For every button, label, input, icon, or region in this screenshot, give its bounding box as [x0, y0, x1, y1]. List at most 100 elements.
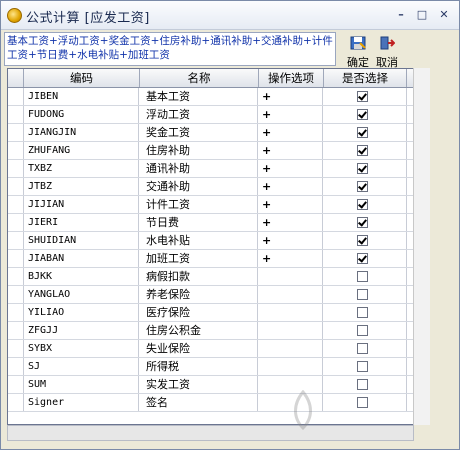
- select-checkbox[interactable]: [357, 235, 368, 246]
- cell-code[interactable]: YANGLAO: [24, 286, 139, 303]
- horizontal-scrollbar[interactable]: [7, 425, 414, 441]
- select-checkbox[interactable]: [357, 379, 368, 390]
- row-indicator[interactable]: [8, 340, 24, 357]
- cell-selected[interactable]: [324, 178, 407, 195]
- cell-operator[interactable]: +: [259, 160, 323, 177]
- table-row[interactable]: FUDONG 浮动工资 +: [8, 106, 413, 124]
- cell-selected[interactable]: [324, 358, 407, 375]
- cell-code[interactable]: SYBX: [24, 340, 139, 357]
- cell-selected[interactable]: [324, 106, 407, 123]
- cell-operator[interactable]: +: [259, 106, 323, 123]
- cell-name[interactable]: 签名: [140, 394, 258, 411]
- select-checkbox[interactable]: [357, 217, 368, 228]
- cell-operator[interactable]: [259, 358, 323, 375]
- cell-selected[interactable]: [324, 394, 407, 411]
- cell-name[interactable]: 基本工资: [140, 88, 258, 105]
- table-row[interactable]: ZHUFANG 住房补助 +: [8, 142, 413, 160]
- cell-code[interactable]: FUDONG: [24, 106, 139, 123]
- column-header-code[interactable]: 编码: [24, 69, 140, 87]
- column-header-name[interactable]: 名称: [140, 69, 259, 87]
- cell-selected[interactable]: [324, 268, 407, 285]
- table-row[interactable]: SJ 所得税: [8, 358, 413, 376]
- vertical-scrollbar[interactable]: [413, 68, 430, 425]
- cell-operator[interactable]: +: [259, 142, 323, 159]
- table-row[interactable]: YILIAO 医疗保险: [8, 304, 413, 322]
- row-indicator[interactable]: [8, 160, 24, 177]
- close-button[interactable]: ✕: [436, 7, 452, 23]
- table-row[interactable]: Signer 签名: [8, 394, 413, 412]
- cell-code[interactable]: ZFGJJ: [24, 322, 139, 339]
- row-indicator[interactable]: [8, 142, 24, 159]
- cell-code[interactable]: JIBEN: [24, 88, 139, 105]
- table-row[interactable]: YANGLAO 养老保险: [8, 286, 413, 304]
- cell-code[interactable]: BJKK: [24, 268, 139, 285]
- row-indicator[interactable]: [8, 394, 24, 411]
- cell-operator[interactable]: [259, 340, 323, 357]
- row-indicator[interactable]: [8, 286, 24, 303]
- cell-selected[interactable]: [324, 160, 407, 177]
- cell-operator[interactable]: [259, 322, 323, 339]
- cell-selected[interactable]: [324, 124, 407, 141]
- table-row[interactable]: BJKK 病假扣款: [8, 268, 413, 286]
- cell-code[interactable]: JTBZ: [24, 178, 139, 195]
- cell-selected[interactable]: [324, 322, 407, 339]
- cell-selected[interactable]: [324, 250, 407, 267]
- table-row[interactable]: JTBZ 交通补助 +: [8, 178, 413, 196]
- cell-operator[interactable]: [259, 376, 323, 393]
- select-checkbox[interactable]: [357, 253, 368, 264]
- cell-operator[interactable]: [259, 268, 323, 285]
- row-indicator[interactable]: [8, 124, 24, 141]
- cell-name[interactable]: 医疗保险: [140, 304, 258, 321]
- cell-selected[interactable]: [324, 304, 407, 321]
- select-checkbox[interactable]: [357, 307, 368, 318]
- cell-code[interactable]: JIANGJIN: [24, 124, 139, 141]
- select-checkbox[interactable]: [357, 109, 368, 120]
- table-row[interactable]: JIJIAN 计件工资 +: [8, 196, 413, 214]
- select-checkbox[interactable]: [357, 145, 368, 156]
- cell-selected[interactable]: [324, 88, 407, 105]
- cell-selected[interactable]: [324, 376, 407, 393]
- select-checkbox[interactable]: [357, 91, 368, 102]
- cell-name[interactable]: 水电补贴: [140, 232, 258, 249]
- table-row[interactable]: JIANGJIN 奖金工资 +: [8, 124, 413, 142]
- select-checkbox[interactable]: [357, 181, 368, 192]
- column-header-operator[interactable]: 操作选项: [259, 69, 324, 87]
- row-indicator[interactable]: [8, 376, 24, 393]
- row-indicator[interactable]: [8, 88, 24, 105]
- cell-name[interactable]: 病假扣款: [140, 268, 258, 285]
- cell-operator[interactable]: [259, 304, 323, 321]
- cell-code[interactable]: JIJIAN: [24, 196, 139, 213]
- formula-editor[interactable]: 基本工资+浮动工资+奖金工资+住房补助+通讯补助+交通补助+计件工资+节日费+水…: [4, 32, 336, 66]
- cell-code[interactable]: JIERI: [24, 214, 139, 231]
- minimize-button[interactable]: –: [393, 7, 409, 23]
- cell-name[interactable]: 节日费: [140, 214, 258, 231]
- row-indicator[interactable]: [8, 268, 24, 285]
- row-indicator[interactable]: [8, 196, 24, 213]
- cell-name[interactable]: 计件工资: [140, 196, 258, 213]
- select-checkbox[interactable]: [357, 199, 368, 210]
- row-indicator[interactable]: [8, 358, 24, 375]
- cell-selected[interactable]: [324, 286, 407, 303]
- cell-name[interactable]: 交通补助: [140, 178, 258, 195]
- cell-name[interactable]: 浮动工资: [140, 106, 258, 123]
- cell-operator[interactable]: +: [259, 196, 323, 213]
- cell-operator[interactable]: +: [259, 214, 323, 231]
- column-header-selected[interactable]: 是否选择: [324, 69, 407, 87]
- row-indicator[interactable]: [8, 178, 24, 195]
- row-indicator[interactable]: [8, 106, 24, 123]
- cell-code[interactable]: ZHUFANG: [24, 142, 139, 159]
- cell-name[interactable]: 加班工资: [140, 250, 258, 267]
- select-checkbox[interactable]: [357, 325, 368, 336]
- cancel-button[interactable]: 取消: [373, 35, 401, 69]
- row-indicator[interactable]: [8, 232, 24, 249]
- cell-operator[interactable]: +: [259, 124, 323, 141]
- table-row[interactable]: JIERI 节日费 +: [8, 214, 413, 232]
- table-row[interactable]: SUM 实发工资: [8, 376, 413, 394]
- cell-name[interactable]: 所得税: [140, 358, 258, 375]
- cell-operator[interactable]: +: [259, 250, 323, 267]
- select-checkbox[interactable]: [357, 271, 368, 282]
- cell-code[interactable]: YILIAO: [24, 304, 139, 321]
- row-indicator[interactable]: [8, 322, 24, 339]
- cell-code[interactable]: SUM: [24, 376, 139, 393]
- table-row[interactable]: SYBX 失业保险: [8, 340, 413, 358]
